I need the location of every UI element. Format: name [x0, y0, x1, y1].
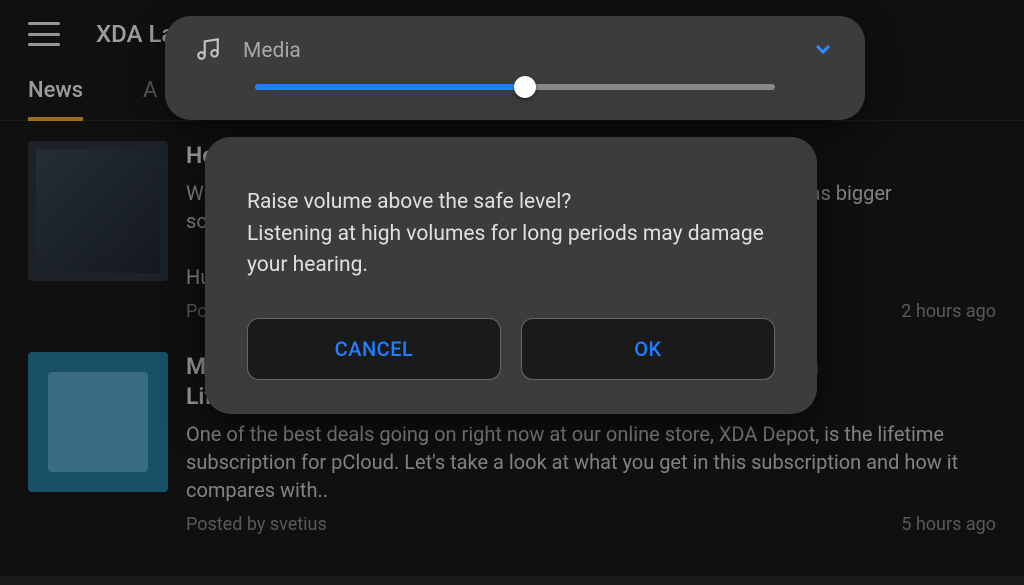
music-icon [195, 36, 221, 66]
article-time: 5 hours ago [901, 514, 996, 535]
volume-panel: Media [165, 16, 865, 120]
article-time: 2 hours ago [901, 301, 996, 322]
article-excerpt: One of the best deals going on right now… [186, 420, 996, 504]
menu-button[interactable] [28, 22, 60, 46]
dialog-message: Raise volume above the safe level? Liste… [247, 187, 775, 282]
article-author: Posted by svetius [186, 514, 327, 535]
volume-slider[interactable] [255, 84, 775, 90]
chevron-down-icon[interactable] [811, 37, 835, 65]
ok-button[interactable]: OK [521, 318, 775, 380]
cancel-button[interactable]: CANCEL [247, 318, 501, 380]
safe-volume-dialog: Raise volume above the safe level? Liste… [205, 137, 817, 414]
tab-news[interactable]: News [28, 78, 83, 121]
article-thumbnail [28, 352, 168, 492]
volume-slider-fill [255, 84, 525, 90]
tab-second[interactable]: A [143, 78, 157, 120]
volume-slider-thumb[interactable] [514, 76, 536, 98]
article-thumbnail [28, 141, 168, 281]
volume-label: Media [243, 39, 789, 63]
